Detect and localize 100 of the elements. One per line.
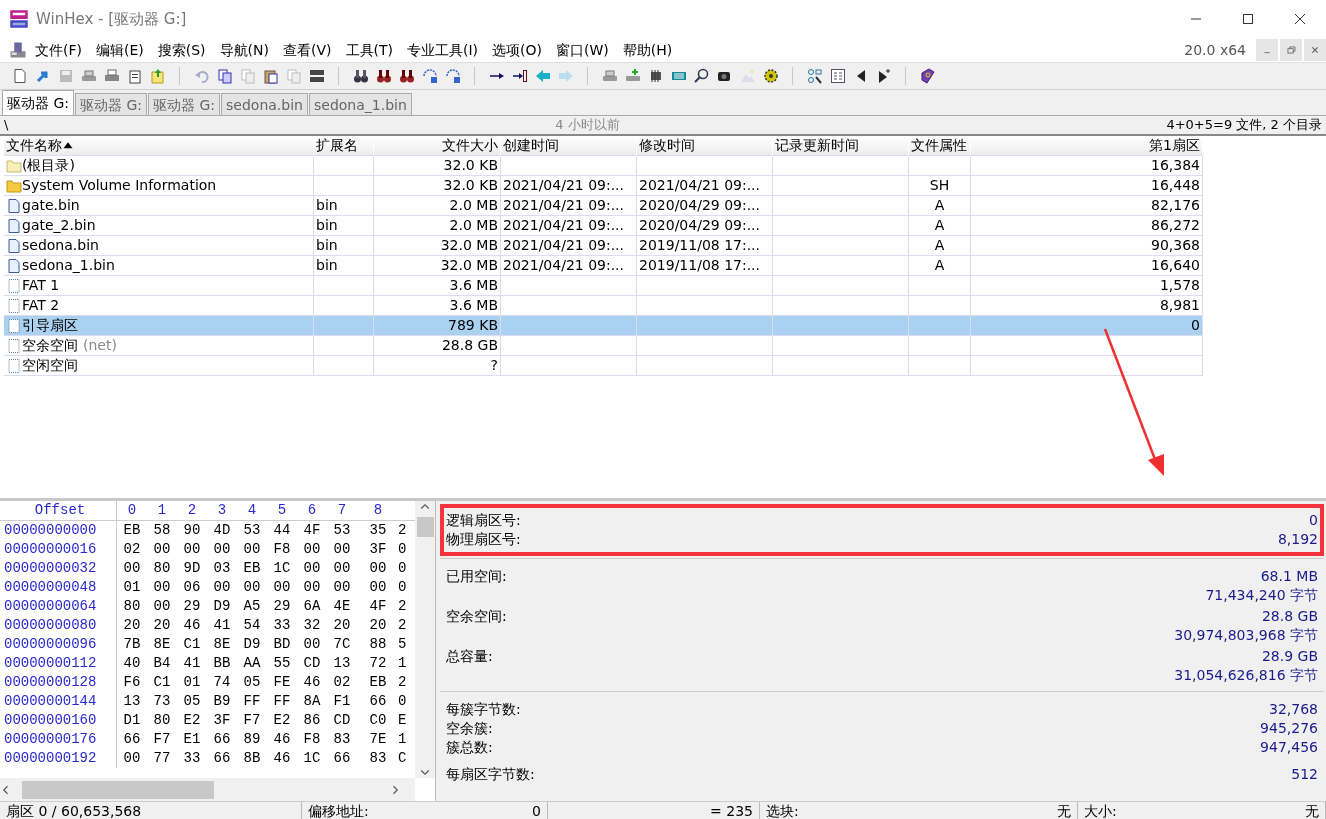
hex-byte: F7 <box>242 711 262 730</box>
column-header[interactable]: 记录更新时间 <box>773 136 909 156</box>
column-header[interactable]: 文件属性 <box>909 136 971 156</box>
book-icon[interactable] <box>919 68 936 84</box>
menu-item[interactable]: 查看(V) <box>276 39 339 61</box>
hex-byte: 00 <box>368 559 388 578</box>
hex-byte: 3F <box>212 711 232 730</box>
tree-icon[interactable] <box>806 68 823 84</box>
hex-byte: D9 <box>212 597 232 616</box>
menu-item[interactable]: 导航(N) <box>212 39 276 61</box>
clipboard-icon[interactable] <box>126 68 143 84</box>
paste-icon[interactable] <box>262 68 279 84</box>
tab[interactable]: sedona_1.bin <box>308 93 412 115</box>
column-header[interactable]: 文件名称 <box>4 136 314 156</box>
scrollbar-thumb[interactable] <box>416 517 434 537</box>
tab[interactable]: 驱动器 G: <box>75 93 148 115</box>
menu-item[interactable]: 搜索(S) <box>150 39 213 61</box>
file-row[interactable]: (根目录) <box>4 156 314 176</box>
table-cell: 2021/04/21 09:... <box>501 196 637 216</box>
restore-icon[interactable] <box>1284 43 1298 57</box>
column-header[interactable]: 第1扇区 <box>971 136 1203 156</box>
table-cell: 86,272 <box>971 216 1203 236</box>
search-icon[interactable] <box>693 68 710 84</box>
menu-item[interactable]: 帮助(H) <box>615 39 680 61</box>
table-cell: bin <box>314 216 374 236</box>
file-icon <box>6 197 22 214</box>
hex-byte: 13 <box>332 654 352 673</box>
column-header[interactable]: 修改时间 <box>637 136 773 156</box>
table-cell: bin <box>314 236 374 256</box>
file-row[interactable]: FAT 1 <box>4 276 314 296</box>
hex-byte: F6 <box>122 673 142 692</box>
tab[interactable]: sedona.bin <box>221 93 308 115</box>
replace-icon[interactable] <box>444 68 461 84</box>
hex-byte: 66 <box>212 749 232 768</box>
column-header[interactable]: 文件大小 <box>374 136 501 156</box>
field-value: 68.1 MB <box>1260 567 1318 586</box>
file-row[interactable]: 空闲空间 <box>4 356 314 376</box>
menu-item[interactable]: 工具(T) <box>338 39 400 61</box>
table-cell: 32.0 MB <box>374 236 501 256</box>
column-header[interactable]: 扩展名 <box>314 136 374 156</box>
field-label: 空余簇: <box>446 719 493 738</box>
binoculars-icon[interactable] <box>375 68 392 84</box>
offset-text: 00000000144 <box>0 692 117 711</box>
hex-byte: 3F <box>368 540 388 559</box>
column-header: 3 <box>216 501 228 520</box>
file-row[interactable]: 引导扇区 <box>4 316 314 336</box>
file-row[interactable]: gate.bin <box>4 196 314 216</box>
file-row[interactable]: sedona.bin <box>4 236 314 256</box>
file-row[interactable]: 空余空间 (net) <box>4 336 314 356</box>
version-label: 20.0 x64 <box>1184 40 1246 60</box>
maximize-icon[interactable] <box>1240 11 1256 27</box>
binary-icon[interactable] <box>308 68 325 84</box>
hex-byte: 00 <box>332 578 352 597</box>
hex-byte: 86 <box>302 711 322 730</box>
folder-icon[interactable] <box>149 68 166 84</box>
column-header[interactable]: 创建时间 <box>501 136 637 156</box>
hex-byte: 00 <box>302 578 322 597</box>
age-text: 4 小时以前 <box>555 116 620 135</box>
gear-icon[interactable] <box>762 68 779 84</box>
binoculars-icon[interactable] <box>398 68 415 84</box>
drive-icon[interactable] <box>80 68 97 84</box>
table-cell: 2021/04/21 09:... <box>637 176 773 196</box>
file-row[interactable]: gate_2.bin <box>4 216 314 236</box>
hex-byte: 72 <box>368 654 388 673</box>
menu-item[interactable]: 文件(F) <box>28 39 89 61</box>
field-label: 簇总数: <box>446 738 493 757</box>
table-cell: 16,448 <box>971 176 1203 196</box>
page-icon <box>6 277 22 294</box>
binoculars-icon[interactable] <box>352 68 369 84</box>
tab[interactable]: 驱动器 G: <box>148 93 221 115</box>
table-cell: A <box>909 236 971 256</box>
close-icon[interactable] <box>1292 11 1308 27</box>
status-value: 0 <box>532 802 541 819</box>
hex-byte: 66 <box>332 749 352 768</box>
file-row[interactable]: System Volume Information <box>4 176 314 196</box>
hex-byte: 7E <box>368 730 388 749</box>
menu-item[interactable]: 窗口(W) <box>549 39 616 61</box>
list-icon[interactable] <box>829 68 846 84</box>
tab[interactable]: 驱动器 G: <box>2 90 74 115</box>
hex-byte: 8B <box>242 749 262 768</box>
goto-icon[interactable] <box>511 68 528 84</box>
file-row[interactable]: sedona_1.bin <box>4 256 314 276</box>
file-icon <box>6 237 22 254</box>
hex-byte: 05 <box>182 692 202 711</box>
menu-item[interactable]: 专业工具(I) <box>400 39 486 61</box>
drive-icon[interactable] <box>624 68 641 84</box>
table-cell: 0 <box>971 316 1203 336</box>
menu-item[interactable]: 选项(O) <box>485 39 549 61</box>
scrollbar-thumb[interactable] <box>22 780 214 799</box>
file-icon[interactable] <box>11 68 28 84</box>
drive-icon[interactable] <box>601 68 618 84</box>
copy-icon[interactable] <box>216 68 233 84</box>
hex-byte: 7B <box>122 635 142 654</box>
status-label: 扇区 0 / 60,653,568 <box>6 802 142 819</box>
menu-item[interactable]: 编辑(E) <box>89 39 151 61</box>
hex-byte: 00 <box>332 559 352 578</box>
hex-byte: 29 <box>182 597 202 616</box>
printer-icon[interactable] <box>103 68 120 84</box>
hex-byte: 4F <box>302 521 322 540</box>
replace-icon[interactable] <box>421 68 438 84</box>
